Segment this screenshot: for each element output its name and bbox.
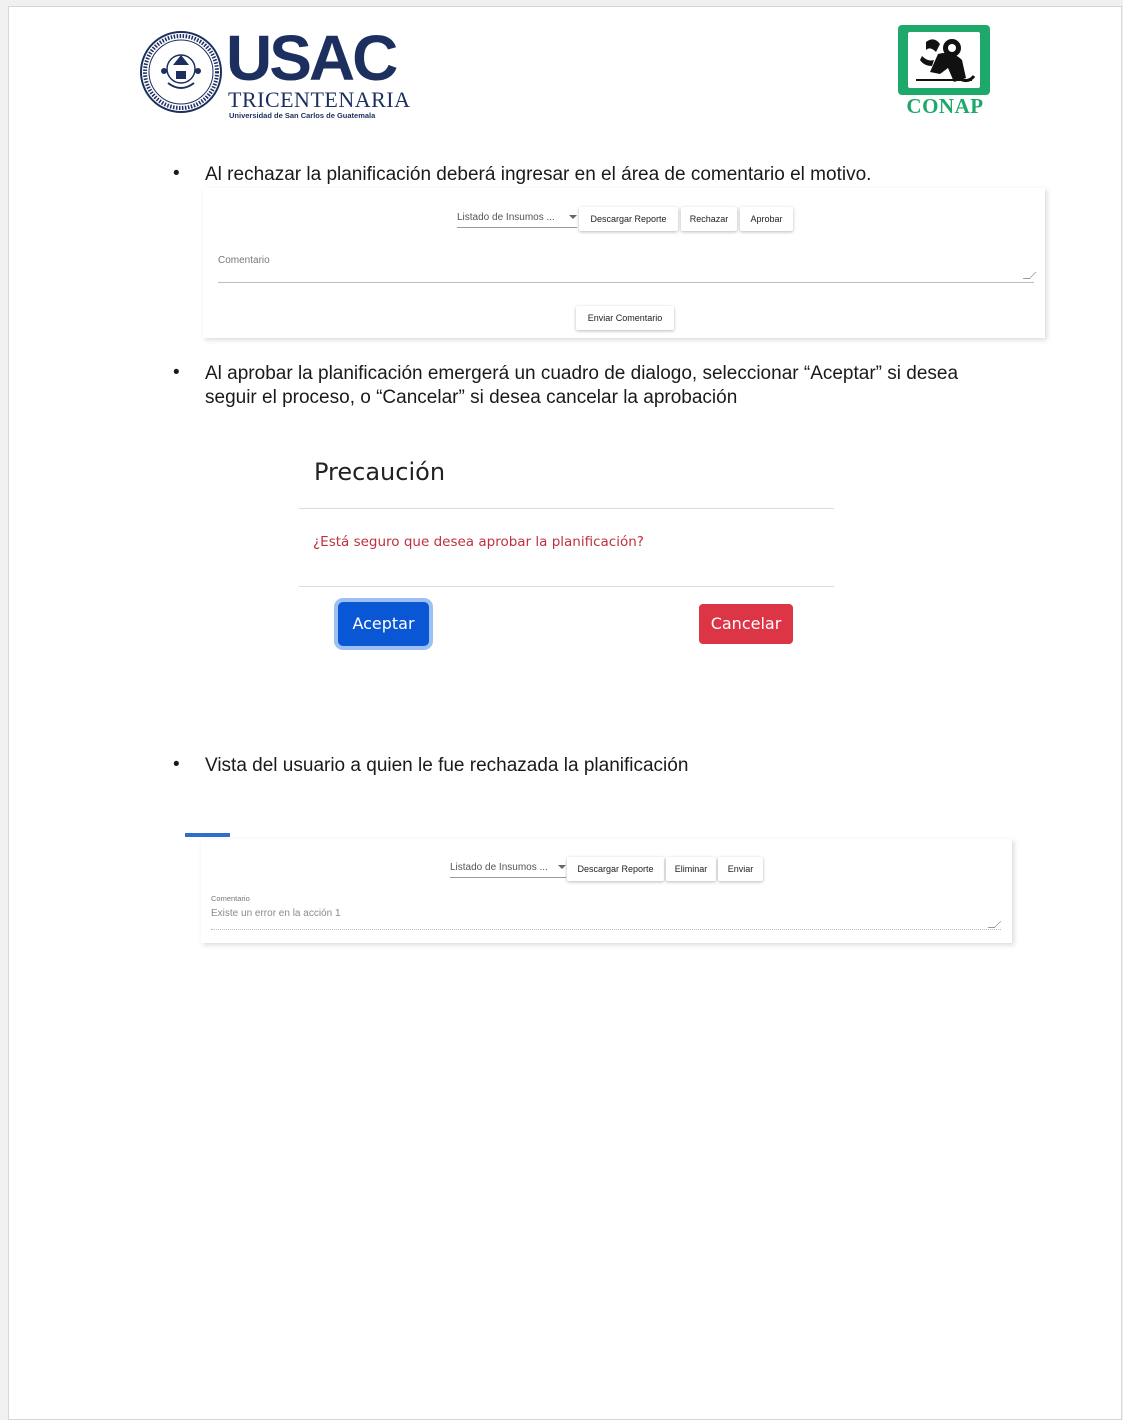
usac-logo: USAC TRICENTENARIA Universidad de San Ca…	[140, 22, 411, 121]
conap-emblem-frame	[898, 25, 990, 95]
bullet-marker: •	[173, 754, 180, 775]
comment-label: Comentario	[211, 894, 250, 903]
bullet-marker: •	[173, 362, 180, 383]
delete-button[interactable]: Eliminar	[666, 857, 716, 881]
comment-value[interactable]: Existe un error en la acción 1	[211, 908, 341, 919]
select-value: Listado de Insumos ...	[450, 862, 548, 873]
resize-handle-icon[interactable]	[987, 921, 1002, 928]
chevron-down-icon	[569, 215, 577, 219]
university-seal-icon	[140, 31, 222, 113]
document-page: USAC TRICENTENARIA Universidad de San Ca…	[8, 6, 1122, 1420]
comment-field[interactable]	[218, 282, 1034, 283]
conap-logo: CONAP	[896, 25, 994, 121]
usac-wordmark: USAC	[226, 22, 398, 94]
send-button[interactable]: Enviar	[718, 857, 763, 881]
comment-field-underline	[211, 929, 1001, 930]
chevron-down-icon	[558, 865, 566, 869]
approve-button[interactable]: Aprobar	[740, 207, 793, 231]
monkey-emblem-icon	[916, 39, 976, 83]
bullet-marker: •	[173, 163, 180, 184]
dialog-message: ¿Está seguro que desea aprobar la planif…	[313, 534, 644, 550]
send-comment-button[interactable]: Enviar Comentario	[576, 306, 674, 330]
bullet-text-line1: Al aprobar la planificación emergerá un …	[205, 363, 959, 384]
download-report-button[interactable]: Descargar Reporte	[579, 207, 678, 231]
conap-wordmark: CONAP	[906, 94, 984, 118]
insumos-select[interactable]: Listado de Insumos ...	[457, 212, 577, 228]
comment-label: Comentario	[218, 255, 270, 266]
reject-button[interactable]: Rechazar	[681, 207, 737, 231]
bullet-text: Vista del usuario a quien le fue rechaza…	[205, 755, 689, 776]
rejected-view-panel: Listado de Insumos ... Descargar Reporte…	[201, 839, 1012, 943]
bullet-text-line2: seguir el proceso, o “Cancelar” si desea…	[205, 387, 738, 408]
download-report-button[interactable]: Descargar Reporte	[567, 857, 664, 881]
cancel-button[interactable]: Cancelar	[699, 604, 793, 644]
select-value: Listado de Insumos ...	[457, 212, 555, 223]
bullet-text: Al rechazar la planificación deberá ingr…	[205, 164, 872, 185]
dialog-divider	[299, 508, 834, 509]
dialog-title: Precaución	[314, 458, 446, 486]
insumos-select[interactable]: Listado de Insumos ...	[450, 862, 566, 878]
reject-comment-panel: Listado de Insumos ... Descargar Reporte…	[203, 188, 1045, 338]
dialog-divider	[299, 586, 834, 587]
usac-tagline: Universidad de San Carlos de Guatemala	[229, 111, 376, 120]
usac-subtitle: TRICENTENARIA	[228, 87, 411, 112]
resize-handle-icon[interactable]	[1022, 272, 1037, 279]
accept-button[interactable]: Aceptar	[338, 602, 429, 646]
active-tab-indicator	[185, 833, 230, 837]
